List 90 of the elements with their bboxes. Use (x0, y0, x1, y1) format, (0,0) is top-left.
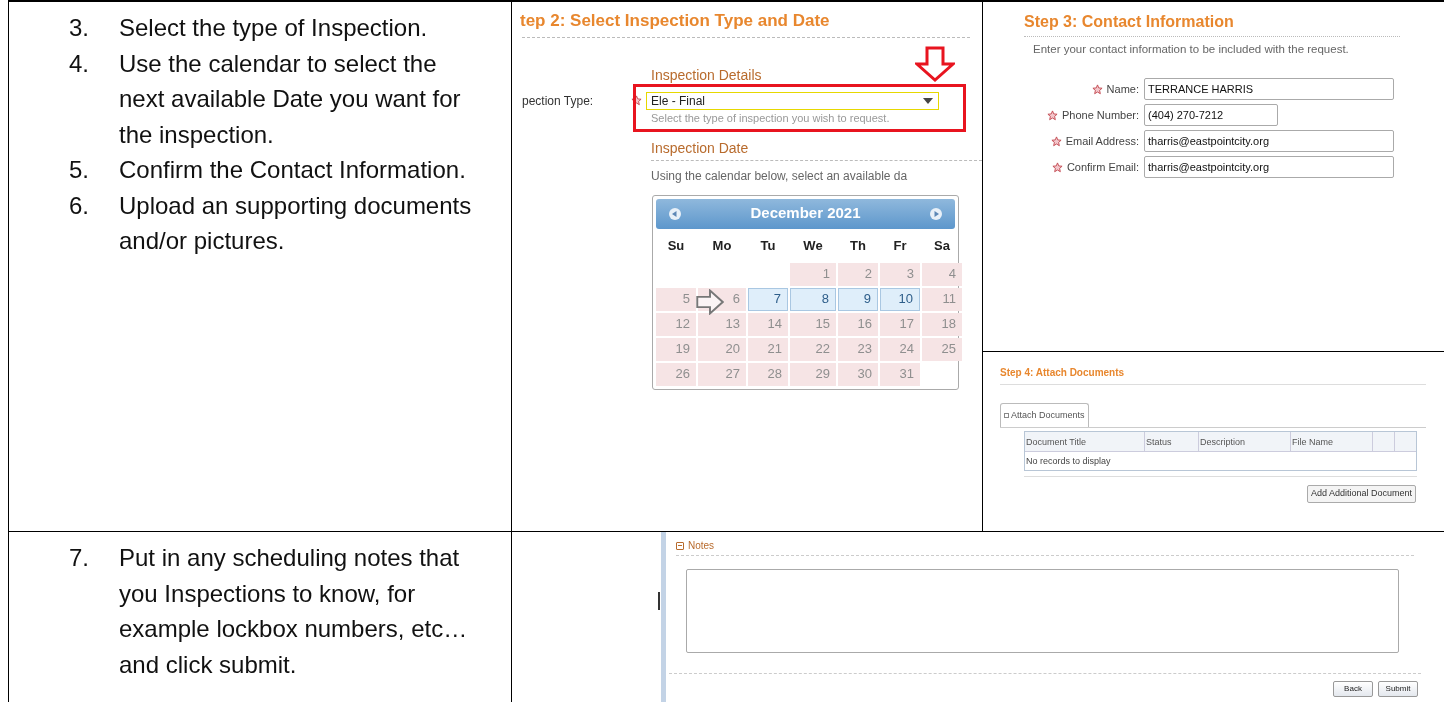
caret-icon (923, 97, 933, 104)
column-header: File Name (1291, 432, 1373, 451)
calendar-month: December 2021 (750, 203, 861, 224)
required-star-icon (1051, 161, 1063, 173)
calendar-day: 15 (790, 312, 836, 336)
weekday-label: Sa (933, 236, 951, 255)
step-instruction: Upload an supporting documents and/or pictures. (119, 190, 473, 256)
section-title: Step 4: Attach Documents (1000, 366, 1126, 380)
field-hint: Select the type of inspection you wish to request. (651, 110, 891, 125)
calendar-day: 4 (922, 262, 962, 286)
step-instruction: Put in any scheduling notes that you Inspections to know, for example lockbox numbers, etc… and click submit. (119, 543, 469, 680)
calendar-day: 5 (656, 287, 696, 311)
calendar-day: 22 (790, 337, 836, 361)
right-arrow-icon (696, 289, 724, 315)
calendar-day: 20 (698, 337, 746, 361)
step-instruction: Use the calendar to select the next available Date you want for the inspection. (119, 48, 462, 150)
field-label: Email Address: (1065, 134, 1139, 149)
step-number: 6. (69, 190, 90, 221)
calendar-day: 11 (922, 287, 962, 311)
column-header: Document Title (1025, 432, 1145, 451)
field-label: Phone Number: (1061, 108, 1139, 123)
step-number: 4. (69, 48, 90, 79)
calendar-day: 29 (790, 362, 836, 386)
empty-message: No records to display (1025, 455, 1112, 468)
column-header: Status (1145, 432, 1199, 451)
calendar-day: 27 (698, 362, 746, 386)
required-star-icon (1091, 83, 1103, 95)
calendar-day: 18 (922, 312, 962, 336)
calendar-day: 28 (748, 362, 788, 386)
calendar-day[interactable]: 8 (790, 287, 836, 311)
required-star-icon (1046, 109, 1058, 121)
calendar-day: 14 (748, 312, 788, 336)
form-button[interactable]: Back (1333, 681, 1373, 697)
collapse-toggle[interactable] (676, 541, 684, 550)
calendar-day: 30 (838, 362, 878, 386)
down-arrow-icon (915, 46, 955, 82)
inspection-type-dropdown[interactable]: Ele - Final (646, 91, 939, 110)
calendar-day: 21 (748, 337, 788, 361)
calendar-day: 16 (838, 312, 878, 336)
section-title: Step 3: Contact Information (1024, 12, 1235, 32)
edge-mark (658, 592, 660, 610)
step-number: 7. (69, 543, 90, 573)
weekday-label: We (802, 236, 824, 255)
weekday-label: Tu (759, 236, 777, 255)
calendar-day[interactable]: 10 (880, 287, 920, 311)
field-label: pection Type: (522, 92, 595, 110)
required-star-icon (631, 95, 642, 106)
calendar-day: 26 (656, 362, 696, 386)
calendar-day[interactable]: 9 (838, 287, 878, 311)
calendar-day: 25 (922, 337, 962, 361)
column-header: Description (1199, 432, 1291, 451)
weekday-label: Th (849, 236, 867, 255)
calendar-day: 19 (656, 337, 696, 361)
calendar-day: 2 (838, 262, 878, 286)
field-label: Name: (1106, 82, 1139, 97)
section-title: tep 2: Select Inspection Type and Date (520, 10, 831, 32)
step-number: 5. (69, 155, 90, 185)
section-heading: Inspection Details (651, 65, 762, 85)
section-heading: Notes (688, 539, 715, 553)
calendar-day: 6 (698, 287, 746, 311)
previous-month-icon[interactable] (669, 207, 681, 220)
weekday-label: Fr (892, 236, 908, 255)
add-document-button[interactable]: Add Additional Document (1306, 485, 1416, 503)
section-heading: Inspection Date (651, 138, 750, 158)
text-field[interactable]: TERRANCE HARRIS (1144, 78, 1394, 101)
step-number: 3. (69, 13, 90, 43)
weekday-label: Su (666, 236, 686, 255)
required-star-icon (1050, 135, 1062, 147)
weekday-label: Mo (711, 236, 733, 255)
tab[interactable]: Attach Documents (1000, 403, 1089, 427)
next-month-icon[interactable] (930, 207, 942, 220)
calendar-day: 13 (698, 312, 746, 336)
text-field[interactable]: tharris@eastpointcity.org (1144, 130, 1394, 153)
step-instruction: Select the type of Inspection. (119, 13, 428, 43)
calendar-day[interactable]: 7 (748, 287, 788, 311)
calendar-day: 17 (880, 312, 920, 336)
form-button[interactable]: Submit (1378, 681, 1418, 697)
calendar-hint: Using the calendar below, select an available da (651, 167, 909, 185)
calendar-day: 23 (838, 337, 878, 361)
calendar-day: 12 (656, 312, 696, 336)
calendar-day: 1 (790, 262, 836, 286)
text-field[interactable]: (404) 270-7212 (1144, 104, 1278, 127)
text-field[interactable]: tharris@eastpointcity.org (1144, 156, 1394, 179)
step-instruction: Confirm the Contact Information. (119, 155, 466, 185)
notes-textarea[interactable] (686, 569, 1399, 653)
calendar-day: 31 (880, 362, 920, 386)
section-intro: Enter your contact information to be included with the request. (1033, 42, 1350, 57)
calendar-day: 24 (880, 337, 920, 361)
field-label: Confirm Email: (1066, 160, 1139, 175)
calendar-day: 3 (880, 262, 920, 286)
